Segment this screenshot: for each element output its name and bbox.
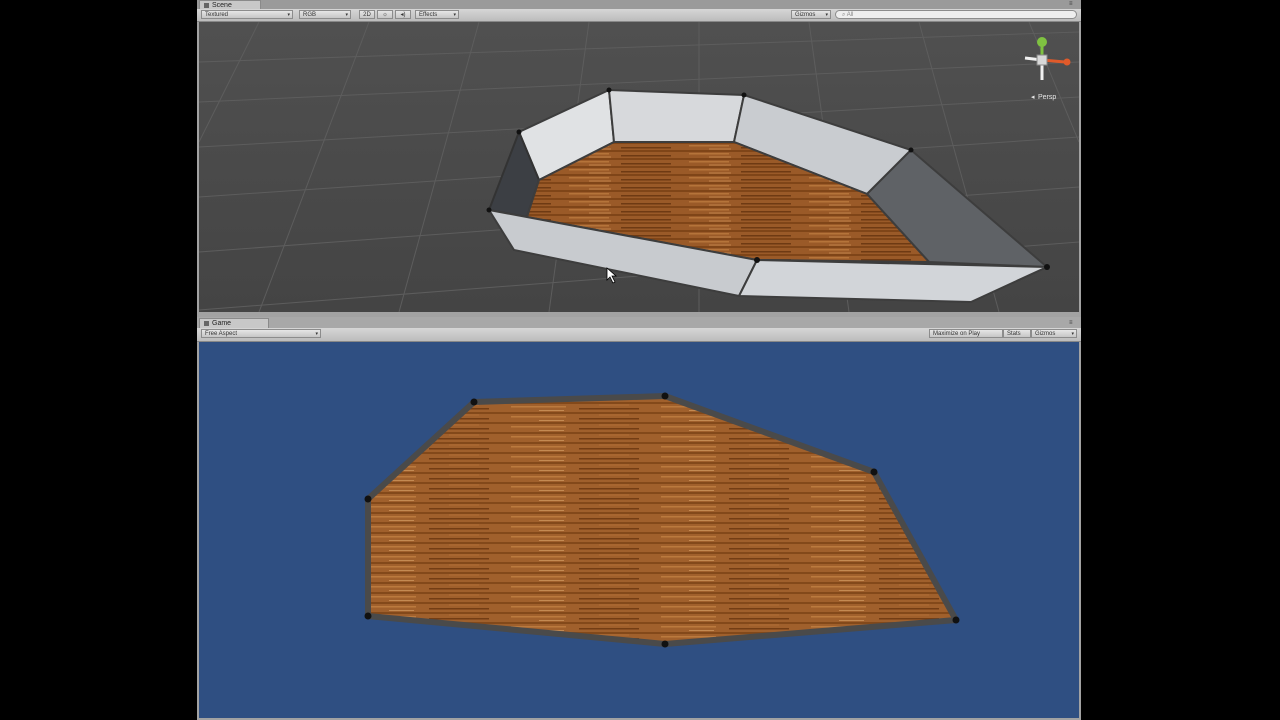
scene-gizmos-dropdown[interactable]: Gizmos ▾ — [791, 10, 831, 19]
color-mode-dropdown[interactable]: RGB ▾ — [299, 10, 351, 19]
unity-editor: Scene ≡ Textured ▾ RGB ▾ 2D ☼ ◂) Effects ▾ … — [197, 0, 1081, 720]
scene-tab-icon — [204, 2, 209, 8]
maximize-on-play-label: Maximize on Play — [933, 331, 981, 337]
effects-dropdown[interactable]: Effects ▾ — [415, 10, 459, 19]
game-viewport[interactable] — [199, 342, 1079, 718]
chevron-down-icon: ▾ — [345, 12, 348, 18]
game-tab-icon — [204, 320, 209, 326]
panel-menu-icon[interactable]: ≡ — [1069, 1, 1077, 7]
search-icon: ⌕ — [842, 12, 846, 18]
search-placeholder: All — [846, 12, 854, 18]
panel-menu-icon[interactable]: ≡ — [1069, 320, 1077, 326]
tab-game[interactable]: Game — [199, 318, 269, 328]
game-gizmos-label: Gizmos — [1035, 331, 1056, 337]
scene-viewport[interactable]: ◂ Persp — [199, 22, 1079, 312]
aspect-label: Free Aspect — [205, 331, 238, 337]
game-tab-strip: Game ≡ — [197, 317, 1081, 328]
wall-back-center — [607, 88, 746, 143]
aspect-dropdown[interactable]: Free Aspect ▾ — [201, 329, 321, 338]
chevron-down-icon: ▾ — [453, 12, 456, 18]
game-toolbar: Free Aspect ▾ Maximize on Play Stats Gizm… — [197, 328, 1081, 342]
speaker-icon: ◂) — [400, 12, 406, 18]
stats-label: Stats — [1007, 331, 1021, 337]
persp-label-prefix: ◂ — [1031, 94, 1035, 101]
gizmos-label: Gizmos — [795, 12, 816, 18]
persp-label[interactable]: Persp — [1038, 94, 1056, 101]
toggle-2d-button[interactable]: 2D — [359, 10, 375, 19]
render-mode-dropdown[interactable]: Textured ▾ — [201, 10, 293, 19]
maximize-on-play-toggle[interactable]: Maximize on Play — [929, 329, 1003, 338]
toggle-2d-label: 2D — [363, 12, 371, 18]
gizmo-y-cone-icon — [1037, 37, 1047, 47]
gizmo-center-cube-icon — [1036, 54, 1048, 66]
scene-tab-label: Scene — [212, 2, 232, 9]
gizmo-x-cone-icon — [1063, 58, 1071, 66]
chevron-down-icon: ▾ — [315, 331, 318, 337]
scene-search-input[interactable]: ⌕ All — [835, 10, 1077, 19]
sun-icon: ☼ — [382, 12, 388, 18]
scene-toolbar: Textured ▾ RGB ▾ 2D ☼ ◂) Effects ▾ Gizmos ▾ … — [197, 9, 1081, 22]
game-gizmos-dropdown[interactable]: Gizmos ▾ — [1031, 329, 1077, 338]
chevron-down-icon: ▾ — [1071, 331, 1074, 337]
effects-label: Effects — [419, 12, 438, 18]
scene-audio-button[interactable]: ◂) — [395, 10, 411, 19]
render-mode-label: Textured — [205, 12, 229, 18]
scene-tab-strip: Scene ≡ — [197, 0, 1081, 9]
chevron-down-icon: ▾ — [287, 12, 290, 18]
game-tab-label: Game — [212, 320, 232, 327]
scene-canvas: ◂ Persp — [199, 22, 1079, 312]
stats-toggle[interactable]: Stats — [1003, 329, 1031, 338]
color-mode-label: RGB — [303, 12, 317, 18]
tab-scene[interactable]: Scene — [199, 0, 261, 9]
chevron-down-icon: ▾ — [825, 12, 828, 18]
scene-lighting-button[interactable]: ☼ — [377, 10, 393, 19]
game-canvas — [199, 342, 1079, 718]
